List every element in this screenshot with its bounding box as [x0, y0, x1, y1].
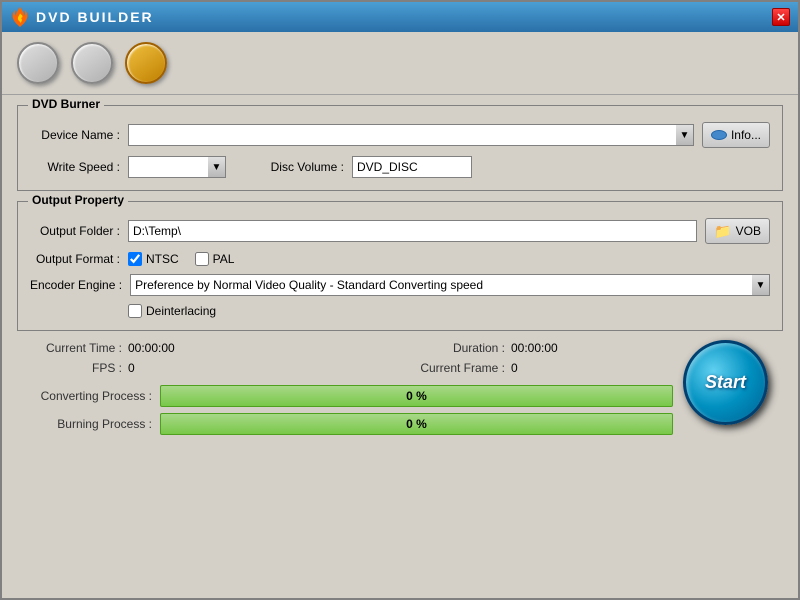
pal-label: PAL — [213, 252, 235, 266]
title-bar-left: DVD BUILDER — [10, 6, 154, 28]
encoder-engine-input[interactable] — [130, 274, 752, 296]
deinterlacing-checkbox[interactable] — [128, 304, 142, 318]
converting-progress-bar: 0 % — [160, 385, 673, 407]
folder-icon: 📁 — [714, 223, 731, 240]
burning-process-label: Burning Process : — [32, 417, 152, 431]
device-name-label: Device Name : — [30, 128, 120, 142]
output-folder-label: Output Folder : — [30, 224, 120, 238]
encoder-engine-row: Encoder Engine : ▼ — [30, 274, 770, 296]
fps-row: FPS : 0 — [32, 361, 400, 375]
device-name-field[interactable]: ▼ — [128, 124, 694, 146]
burning-progress-text: 0 % — [406, 417, 427, 431]
pal-item: PAL — [195, 252, 235, 266]
burning-process-row: Burning Process : 0 % — [32, 413, 673, 435]
current-time-value: 00:00:00 — [128, 341, 175, 355]
converting-progress-text: 0 % — [406, 389, 427, 403]
write-speed-label: Write Speed : — [30, 160, 120, 174]
output-format-row: Output Format : NTSC PAL — [30, 252, 770, 266]
output-property-label: Output Property — [28, 193, 128, 207]
close-button[interactable]: ✕ — [772, 8, 790, 26]
main-window: DVD BUILDER ✕ DVD Burner Device Name : ▼… — [0, 0, 800, 600]
eye-icon — [711, 130, 727, 140]
disc-volume-input[interactable] — [352, 156, 472, 178]
fps-value: 0 — [128, 361, 135, 375]
write-speed-field[interactable]: ▼ — [128, 156, 226, 178]
progress-section: Converting Process : 0 % Burning Process… — [17, 385, 783, 435]
current-time-row: Current Time : 00:00:00 — [32, 341, 400, 355]
ntsc-item: NTSC — [128, 252, 179, 266]
converting-process-row: Converting Process : 0 % — [32, 385, 673, 407]
title-bar-text: DVD BUILDER — [36, 9, 154, 25]
start-btn-area: Start — [683, 340, 768, 425]
output-format-label: Output Format : — [30, 252, 120, 266]
toolbar-button-1[interactable] — [17, 42, 59, 84]
ntsc-checkbox[interactable] — [128, 252, 142, 266]
device-name-input[interactable] — [128, 124, 676, 146]
toolbar-button-3[interactable] — [125, 42, 167, 84]
output-folder-row: Output Folder : 📁 VOB — [30, 218, 770, 244]
write-speed-row: Write Speed : ▼ Disc Volume : — [30, 156, 770, 178]
title-bar: DVD BUILDER ✕ — [2, 2, 798, 32]
ntsc-label: NTSC — [146, 252, 179, 266]
current-frame-value: 0 — [511, 361, 518, 375]
vob-button[interactable]: 📁 VOB — [705, 218, 770, 244]
output-property-group: Output Property Output Folder : 📁 VOB Ou… — [17, 201, 783, 331]
toolbar-button-2[interactable] — [71, 42, 113, 84]
start-button[interactable]: Start — [683, 340, 768, 425]
stats-section: Current Time : 00:00:00 FPS : 0 Duration… — [17, 341, 783, 375]
info-button[interactable]: Info... — [702, 122, 770, 148]
vob-btn-label: VOB — [736, 224, 761, 238]
content-area: DVD Burner Device Name : ▼ Info... Write… — [2, 95, 798, 598]
duration-value: 00:00:00 — [511, 341, 558, 355]
current-frame-label: Current Frame : — [415, 361, 505, 375]
encoder-engine-dropdown[interactable]: ▼ — [752, 274, 770, 296]
deinterlacing-row: Deinterlacing — [128, 304, 770, 318]
pal-checkbox[interactable] — [195, 252, 209, 266]
burning-progress-bar: 0 % — [160, 413, 673, 435]
bottom-section: Converting Process : 0 % Burning Process… — [17, 385, 783, 445]
output-format-checkboxes: NTSC PAL — [128, 252, 234, 266]
dvd-burner-group: DVD Burner Device Name : ▼ Info... Write… — [17, 105, 783, 191]
encoder-engine-label: Encoder Engine : — [30, 278, 122, 292]
write-speed-dropdown[interactable]: ▼ — [208, 156, 226, 178]
dvd-burner-label: DVD Burner — [28, 97, 104, 111]
duration-label: Duration : — [415, 341, 505, 355]
output-folder-input[interactable] — [128, 220, 697, 242]
current-time-label: Current Time : — [32, 341, 122, 355]
flame-icon — [10, 6, 30, 28]
deinterlacing-label: Deinterlacing — [146, 304, 216, 318]
encoder-engine-field[interactable]: ▼ — [130, 274, 770, 296]
device-name-row: Device Name : ▼ Info... — [30, 122, 770, 148]
start-button-label: Start — [705, 372, 746, 393]
deinterlacing-item: Deinterlacing — [128, 304, 216, 318]
converting-process-label: Converting Process : — [32, 389, 152, 403]
device-name-dropdown[interactable]: ▼ — [676, 124, 694, 146]
toolbar — [2, 32, 798, 95]
stats-col-left: Current Time : 00:00:00 FPS : 0 — [17, 341, 400, 375]
fps-label: FPS : — [32, 361, 122, 375]
disc-volume-label: Disc Volume : — [254, 160, 344, 174]
write-speed-input[interactable] — [128, 156, 208, 178]
info-btn-label: Info... — [731, 128, 761, 142]
